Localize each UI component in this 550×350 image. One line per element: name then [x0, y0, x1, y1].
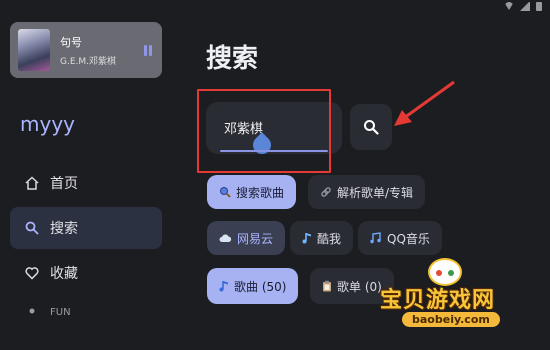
chip-label: 歌单 (0) [337, 279, 382, 294]
pause-icon[interactable] [144, 44, 152, 56]
now-playing-card[interactable]: 句号 G.E.M.邓紫棋 [10, 22, 162, 78]
status-bar [504, 2, 542, 15]
link-icon [320, 186, 332, 198]
watermark-url: baobeiy.com [402, 312, 500, 327]
search-input-value: 邓紫棋 [224, 122, 264, 137]
now-playing-artist: G.E.M.邓紫棋 [60, 56, 117, 67]
music-notes-icon [370, 232, 382, 244]
chip-source-netease[interactable]: 网易云 [207, 221, 286, 255]
sidebar-item-label: 首页 [50, 176, 78, 192]
chip-source-qqmusic[interactable]: QQ音乐 [358, 221, 442, 255]
sidebar-nav: 首页 搜索 收藏 FUN [10, 162, 162, 322]
sidebar-item-label: 收藏 [50, 266, 78, 282]
search-icon [364, 120, 379, 135]
fun-icon [24, 307, 40, 315]
music-note-icon [302, 232, 312, 244]
search-input[interactable]: 邓紫棋 [206, 102, 342, 158]
chip-label: 酷我 [317, 231, 342, 246]
watermark-text: 宝贝游戏网 [380, 288, 496, 313]
app-title: myyy [20, 112, 75, 136]
chip-search-songs[interactable]: 搜索歌曲 [207, 175, 297, 209]
chip-source-kuwo[interactable]: 酷我 [290, 221, 354, 255]
home-icon [24, 175, 40, 191]
watermark-logo: 宝贝游戏网 baobeiy.com [380, 258, 540, 336]
chip-parse-playlist[interactable]: 解析歌单/专辑 [308, 175, 426, 209]
magnifier-icon [219, 186, 231, 198]
sidebar-item-fun[interactable]: FUN [10, 297, 162, 319]
sidebar-item-favorites[interactable]: 收藏 [10, 252, 162, 294]
wifi-icon [504, 2, 514, 15]
chip-label: 解析歌单/专辑 [337, 185, 414, 200]
chip-label: 网易云 [237, 231, 274, 246]
sidebar-item-search[interactable]: 搜索 [10, 207, 162, 249]
sidebar-item-label: 搜索 [50, 221, 78, 237]
page-title: 搜索 [206, 44, 259, 74]
sidebar: 句号 G.E.M.邓紫棋 myyy 首页 搜索 收藏 FUN [0, 0, 170, 350]
chip-label: 歌曲 (50) [234, 279, 287, 294]
chip-label: QQ音乐 [387, 231, 430, 246]
search-input-underline [220, 150, 328, 152]
now-playing-title: 句号 [60, 35, 82, 49]
album-cover [18, 29, 50, 71]
cloud-icon [219, 233, 232, 243]
annotation-arrow [394, 80, 455, 126]
search-icon [24, 220, 40, 236]
music-note-icon [219, 280, 229, 292]
signal-icon [520, 2, 530, 11]
sidebar-item-label: FUN [50, 307, 71, 318]
chip-label: 搜索歌曲 [236, 185, 285, 200]
chip-type-songs[interactable]: 歌曲 (50) [207, 268, 299, 304]
sidebar-item-home[interactable]: 首页 [10, 162, 162, 204]
clipboard-icon [322, 280, 332, 292]
battery-icon [536, 2, 542, 11]
heart-icon [24, 265, 40, 281]
search-button[interactable] [350, 104, 392, 150]
